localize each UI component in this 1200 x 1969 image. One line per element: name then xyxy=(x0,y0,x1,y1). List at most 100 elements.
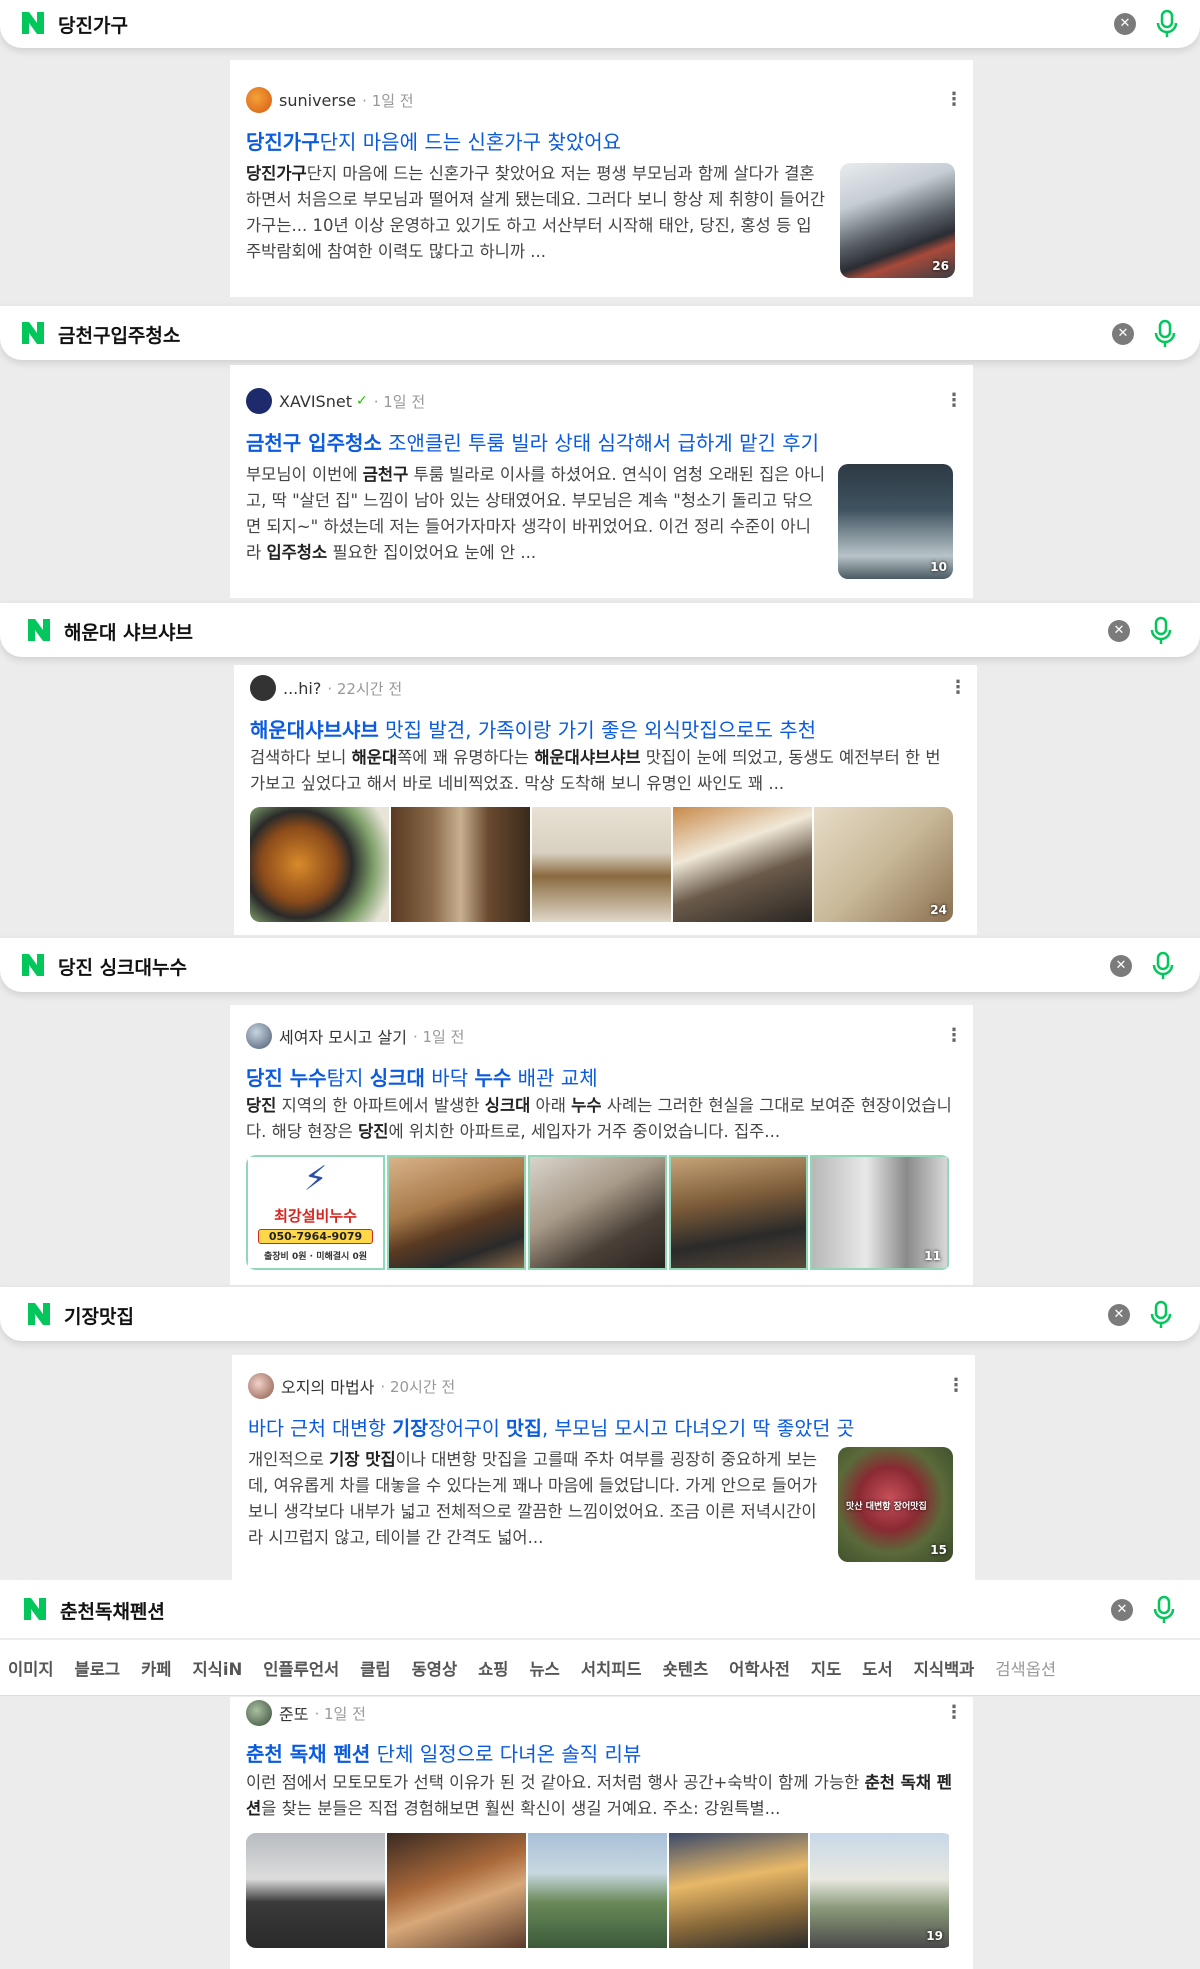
search-query[interactable]: 당진 싱크대누수 xyxy=(58,953,187,980)
post-thumbnail[interactable]: 26 xyxy=(840,163,955,278)
search-query[interactable]: 기장맛집 xyxy=(64,1302,134,1329)
author-name[interactable]: ...hi? xyxy=(283,679,321,698)
close-circle-icon[interactable]: ✕ xyxy=(1108,1304,1130,1326)
search-bar[interactable]: 춘천독채펜션 ✕ xyxy=(0,1580,1200,1638)
tab-books[interactable]: 도서 xyxy=(862,1656,892,1680)
tab-video[interactable]: 동영상 xyxy=(412,1656,458,1680)
kebab-menu-icon[interactable]: ⋮ xyxy=(947,1376,965,1396)
photo[interactable]: 19 xyxy=(810,1833,949,1948)
avatar[interactable] xyxy=(250,675,276,701)
blog-result-card[interactable]: XAVISnet ✓ · 1일 전 ⋮ 금천구 입주청소 조앤클린 투룸 빌라 … xyxy=(230,365,973,598)
tab-map[interactable]: 지도 xyxy=(811,1656,841,1680)
blog-result-card[interactable]: 세여자 모시고 살기 · 1일 전 ⋮ 당진 누수탐지 싱크대 바닥 누수 배관… xyxy=(230,1005,973,1285)
author-name[interactable]: 준또 xyxy=(279,1701,308,1725)
tab-encyclopedia[interactable]: 지식백과 xyxy=(914,1656,975,1680)
tab-shopping[interactable]: 쇼핑 xyxy=(478,1656,508,1680)
avatar[interactable] xyxy=(248,1373,274,1399)
close-circle-icon[interactable]: ✕ xyxy=(1111,1599,1133,1621)
search-bar[interactable]: 당진가구 ✕ xyxy=(0,0,1200,48)
search-query[interactable]: 해운대 샤브샤브 xyxy=(64,618,193,645)
photo[interactable] xyxy=(528,1833,667,1948)
tab-images[interactable]: 이미지 xyxy=(8,1656,54,1680)
photo-strip[interactable]: ⚡ 최강설비누수 050-7964-9079 출장비 0원 · 미해결시 0원 … xyxy=(246,1155,951,1270)
post-thumbnail[interactable]: 10 xyxy=(838,464,953,579)
tab-search-options[interactable]: 검색옵션 xyxy=(995,1656,1056,1680)
photo[interactable] xyxy=(673,807,812,922)
tab-news[interactable]: 뉴스 xyxy=(530,1656,560,1680)
post-title[interactable]: 춘천 독채 펜션 단체 일정으로 다녀온 솔직 리뷰 xyxy=(246,1738,946,1767)
post-title[interactable]: 바다 근처 대변항 기장장어구이 맛집, 부모님 모시고 다녀오기 딱 좋았던 … xyxy=(248,1412,954,1441)
microphone-icon[interactable] xyxy=(1154,9,1180,39)
blog-result-card[interactable]: 준또 · 1일 전 ⋮ 춘천 독채 펜션 단체 일정으로 다녀온 솔직 리뷰 이… xyxy=(230,1697,973,1969)
microphone-icon[interactable] xyxy=(1150,951,1176,981)
microphone-icon[interactable] xyxy=(1151,1595,1177,1625)
naver-n-logo[interactable] xyxy=(22,1596,48,1622)
microphone-icon[interactable] xyxy=(1152,319,1178,349)
blog-result-card[interactable]: 오지의 마법사 · 20시간 전 ⋮ 바다 근처 대변항 기장장어구이 맛집, … xyxy=(232,1355,975,1580)
avatar[interactable] xyxy=(246,87,272,113)
post-title[interactable]: 해운대샤브샤브 맛집 발견, 가족이랑 가기 좋은 외식맛집으로도 추천 xyxy=(250,714,950,743)
photo-count: 26 xyxy=(932,259,949,273)
photo[interactable] xyxy=(246,1833,385,1948)
microphone-icon[interactable] xyxy=(1148,1300,1174,1330)
photo[interactable] xyxy=(669,1833,808,1948)
blog-result-card[interactable]: ...hi? · 22시간 전 ⋮ 해운대샤브샤브 맛집 발견, 가족이랑 가기… xyxy=(234,665,977,935)
kebab-menu-icon[interactable]: ⋮ xyxy=(945,391,963,411)
close-circle-icon[interactable]: ✕ xyxy=(1108,620,1130,642)
naver-n-logo[interactable] xyxy=(26,1301,52,1327)
photo[interactable]: 24 xyxy=(814,807,953,922)
search-bar[interactable]: 금천구입주청소 ✕ xyxy=(0,306,1200,360)
search-bar[interactable]: 기장맛집 ✕ xyxy=(0,1287,1200,1341)
search-query[interactable]: 금천구입주청소 xyxy=(58,321,180,348)
naver-n-logo[interactable] xyxy=(20,952,46,978)
naver-n-logo[interactable] xyxy=(20,320,46,346)
photo[interactable] xyxy=(387,1833,526,1948)
tab-clip[interactable]: 클립 xyxy=(360,1656,390,1680)
post-title[interactable]: 금천구 입주청소 조앤클린 투룸 빌라 상태 심각해서 급하게 맡긴 후기 xyxy=(246,427,946,456)
search-bar[interactable]: 당진 싱크대누수 ✕ xyxy=(0,938,1200,992)
photo[interactable] xyxy=(528,1155,667,1270)
post-title[interactable]: 당진 누수탐지 싱크대 바닥 누수 배관 교체 xyxy=(246,1062,946,1091)
photo[interactable] xyxy=(250,807,389,922)
post-title[interactable]: 당진가구단지 마음에 드는 신혼가구 찾았어요 xyxy=(246,126,946,155)
photo[interactable] xyxy=(532,807,671,922)
tab-searchfeed[interactable]: 서치피드 xyxy=(581,1656,642,1680)
kebab-menu-icon[interactable]: ⋮ xyxy=(949,678,967,698)
photo[interactable] xyxy=(669,1155,808,1270)
photo[interactable] xyxy=(387,1155,526,1270)
author-name[interactable]: XAVISnet xyxy=(279,392,352,411)
post-thumbnail[interactable]: 맛산 대변항 장어맛집 15 xyxy=(838,1447,953,1562)
post-snippet: 이런 점에서 모토모토가 선택 이유가 된 것 같아요. 저처럼 행사 공간+숙… xyxy=(246,1770,958,1822)
blog-result-card[interactable]: suniverse · 1일 전 ⋮ 당진가구단지 마음에 드는 신혼가구 찾았… xyxy=(230,60,973,297)
search-bar[interactable]: 해운대 샤브샤브 ✕ xyxy=(0,603,1200,657)
kebab-menu-icon[interactable]: ⋮ xyxy=(945,90,963,110)
author-name[interactable]: suniverse xyxy=(279,91,356,110)
avatar[interactable] xyxy=(246,388,272,414)
avatar[interactable] xyxy=(246,1023,272,1049)
search-query[interactable]: 춘천독채펜션 xyxy=(60,1597,165,1624)
tab-blog[interactable]: 블로그 xyxy=(75,1656,121,1680)
author-name[interactable]: 오지의 마법사 xyxy=(281,1374,374,1398)
author-name[interactable]: 세여자 모시고 살기 xyxy=(279,1024,407,1048)
naver-n-logo[interactable] xyxy=(20,10,46,36)
tab-influencer[interactable]: 인플루언서 xyxy=(263,1656,339,1680)
photo[interactable] xyxy=(391,807,530,922)
photo[interactable]: 11 xyxy=(810,1155,949,1270)
close-circle-icon[interactable]: ✕ xyxy=(1112,323,1134,345)
tab-dictionary[interactable]: 어학사전 xyxy=(729,1656,790,1680)
naver-n-logo[interactable] xyxy=(26,617,52,643)
snippet-highlight: 금천구 xyxy=(362,465,409,484)
close-circle-icon[interactable]: ✕ xyxy=(1114,13,1136,35)
avatar[interactable] xyxy=(246,1700,272,1726)
ad-banner[interactable]: ⚡ 최강설비누수 050-7964-9079 출장비 0원 · 미해결시 0원 xyxy=(246,1155,385,1270)
tab-kin[interactable]: 지식iN xyxy=(192,1656,242,1680)
photo-strip[interactable]: 19 xyxy=(246,1833,953,1948)
microphone-icon[interactable] xyxy=(1148,616,1174,646)
photo-strip[interactable]: 24 xyxy=(250,807,953,922)
kebab-menu-icon[interactable]: ⋮ xyxy=(945,1703,963,1723)
search-query[interactable]: 당진가구 xyxy=(58,11,128,38)
tab-cafe[interactable]: 카페 xyxy=(141,1656,171,1680)
kebab-menu-icon[interactable]: ⋮ xyxy=(945,1026,963,1046)
tab-shortents[interactable]: 숏텐츠 xyxy=(663,1656,709,1680)
close-circle-icon[interactable]: ✕ xyxy=(1110,955,1132,977)
